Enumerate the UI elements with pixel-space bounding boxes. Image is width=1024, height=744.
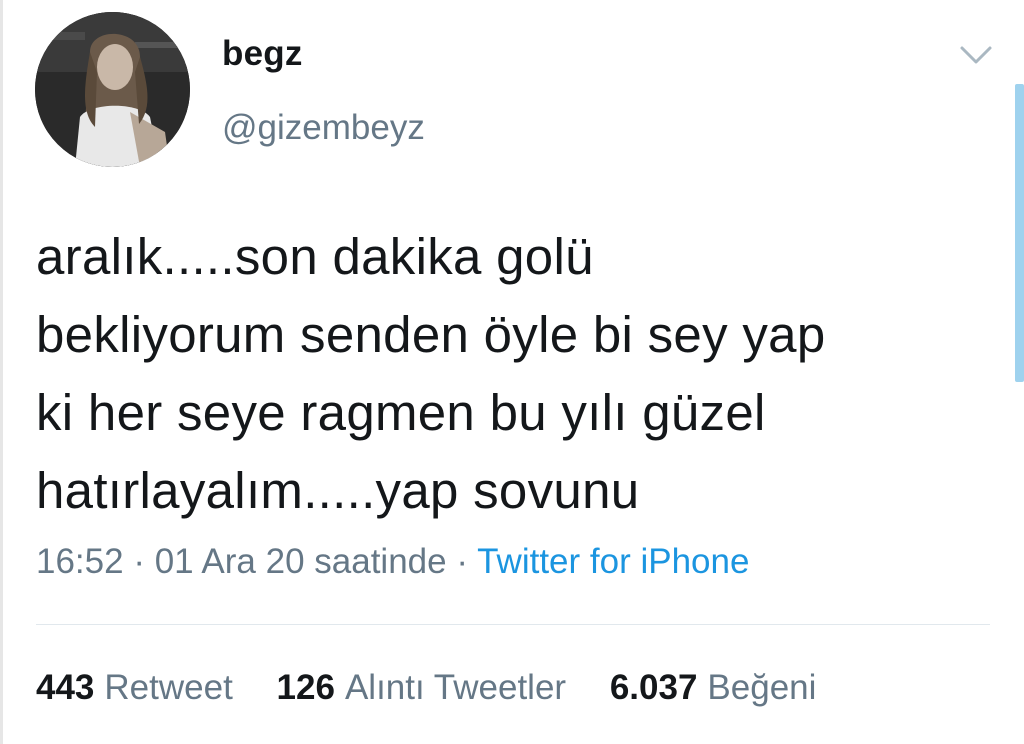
retweets-count: 443	[36, 668, 95, 707]
likes-count: 6.037	[609, 668, 698, 707]
scrollbar[interactable]	[1015, 84, 1024, 382]
tweet-card: begz @gizembeyz aralık.....son dakika go…	[0, 0, 1024, 744]
display-name[interactable]: begz	[222, 34, 303, 74]
divider	[36, 624, 990, 625]
likes-label: Beğeni	[707, 668, 817, 707]
retweets-label: Retweet	[104, 668, 233, 707]
tweet-time[interactable]: 16:52	[36, 542, 124, 581]
window-edge	[0, 0, 3, 744]
tweet-date[interactable]: 01 Ara 20 saatinde	[155, 542, 447, 581]
likes-stat[interactable]: 6.037 Beğeni	[610, 668, 817, 708]
tweet-stats: 443 Retweet 126 Alıntı Tweetler 6.037 Beğen…	[36, 668, 850, 708]
meta-separator-2: ·	[446, 542, 478, 581]
tweet-meta: 16:52 · 01 Ara 20 saatinde · Twitter for…	[36, 542, 749, 582]
quotes-count: 126	[276, 668, 335, 707]
user-handle[interactable]: @gizembeyz	[222, 108, 425, 148]
tweet-text: aralık.....son dakika golü bekliyorum se…	[36, 228, 826, 519]
tweet-source-link[interactable]: Twitter for iPhone	[477, 542, 749, 581]
quotes-stat[interactable]: 126 Alıntı Tweetler	[277, 668, 567, 708]
meta-separator: ·	[123, 542, 155, 581]
retweets-stat[interactable]: 443 Retweet	[36, 668, 233, 708]
chevron-down-icon[interactable]	[958, 40, 994, 70]
quotes-label: Alıntı Tweetler	[344, 668, 567, 707]
avatar[interactable]	[35, 12, 190, 167]
